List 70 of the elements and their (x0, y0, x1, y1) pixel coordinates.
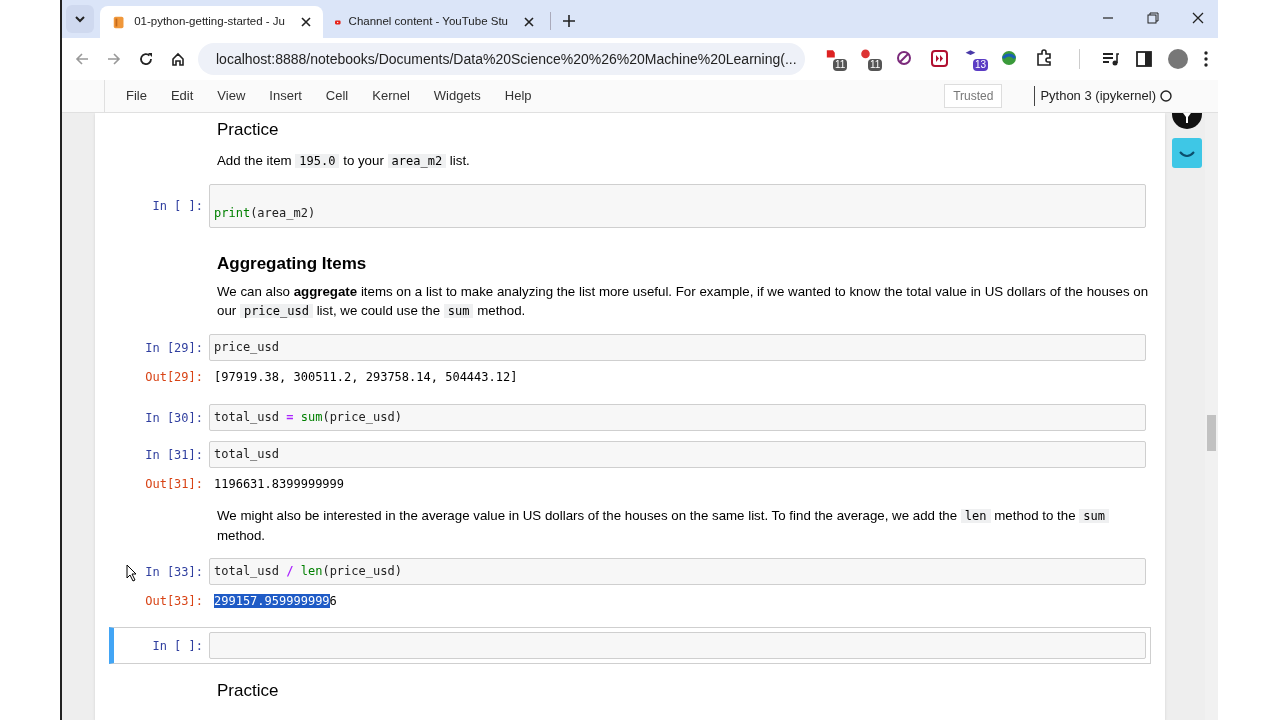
count-badge: 11 (868, 59, 883, 71)
count-badge: 11 (833, 59, 848, 71)
input-prompt: In [ ]: (151, 197, 204, 215)
chevron-down-icon (74, 15, 86, 23)
menu-item[interactable]: Edit (160, 82, 204, 110)
block-icon[interactable] (895, 49, 913, 67)
output-text: 299157.9599999996 (213, 593, 338, 610)
close-icon[interactable] (1192, 12, 1204, 24)
code-input[interactable]: total_usd = sum(price_usd) (209, 404, 1146, 431)
output-prompt: Out[33]: (144, 593, 204, 610)
playlist-icon[interactable] (1102, 51, 1120, 67)
fast-forward-icon[interactable] (930, 49, 948, 67)
scrollbar-thumb[interactable] (1207, 415, 1216, 451)
home-icon[interactable] (171, 52, 185, 66)
code-cell[interactable]: In [30]: total_usd = sum(price_usd) (109, 403, 1151, 432)
forward-icon[interactable] (107, 52, 121, 66)
code-input[interactable] (209, 632, 1146, 659)
menu-item[interactable]: Help (494, 82, 542, 110)
new-tab-icon[interactable] (563, 15, 575, 27)
input-prompt: In [33]: (114, 562, 209, 581)
code-input[interactable]: price_usd (209, 334, 1146, 361)
menu-item[interactable]: Widgets (423, 82, 491, 110)
address-bar[interactable]: localhost:8888/notebooks/Documents/Data%20Science%20%26%20Machine%20Learning(... (198, 43, 805, 75)
globe-icon[interactable] (1000, 49, 1018, 67)
code-input[interactable]: total_usd / len(price_usd) (209, 558, 1146, 585)
count-badge: 13 (973, 59, 989, 71)
restore-icon[interactable] (1147, 12, 1159, 24)
avatar-icon[interactable] (1168, 49, 1188, 69)
back-icon[interactable] (75, 52, 89, 66)
paragraph: We can also aggregate items on a list to make analyzing the list more useful. For example, if we wanted to know the total value in US dollars of the houses on our price_usd list, we could use the sum method. (217, 283, 1150, 320)
more-icon[interactable] (1204, 51, 1208, 67)
kernel-name: Python 3 (ipykernel) (1040, 87, 1156, 106)
section-heading: Practice (217, 119, 279, 141)
tab-title: Channel content - YouTube Stu (348, 14, 508, 30)
smile-icon[interactable] (1172, 138, 1202, 168)
output-text: [97919.38, 300511.2, 293758.14, 504443.12] (213, 369, 519, 386)
puzzle-icon[interactable] (1035, 49, 1053, 67)
browser-tab[interactable]: Channel content - YouTube Stu (323, 6, 546, 38)
section-heading: Aggregating Items (217, 252, 367, 275)
side-panel-icon[interactable] (1136, 51, 1152, 67)
trusted-indicator[interactable]: Trusted (944, 84, 1003, 108)
input-prompt: In [31]: (144, 446, 204, 464)
section-heading: Practice (217, 680, 279, 702)
output-prompt: Out[29]: (144, 369, 204, 386)
paragraph: We might also be interested in the average value in US dollars of the houses on the same list. To find the average, we add the len method to the sum method. (217, 506, 1153, 545)
menu-item[interactable]: Cell (315, 82, 359, 110)
tab-title: 01-python-getting-started - Ju (134, 14, 285, 30)
kernel-idle-icon (1160, 90, 1172, 102)
code-input[interactable]: total_usd (209, 441, 1146, 468)
input-prompt: In [ ]: (151, 637, 204, 655)
close-icon[interactable] (301, 17, 311, 27)
input-prompt: In [29]: (144, 339, 204, 357)
code-cell[interactable]: In [ ]: print(area_m2) (109, 182, 1151, 229)
code-cell[interactable]: In [29]: price_usd Out[29]: [97919.38, 300511.2, 293758.14, 504443.12] (109, 333, 1151, 387)
browser-tab[interactable]: 01-python-getting-started - Ju (100, 6, 323, 38)
output-prompt: Out[31]: (144, 476, 204, 493)
close-icon[interactable] (524, 17, 534, 27)
menu-item[interactable]: Kernel (362, 82, 420, 110)
paragraph: Add the item 195.0 to your area_m2 list. (217, 151, 471, 170)
url-text: localhost:8888/notebooks/Documents/Data%20Science%20%26%20Machine%20Learning(... (216, 49, 797, 69)
input-prompt: In [30]: (144, 409, 204, 427)
code-cell[interactable]: In [33]: total_usd / len(price_usd) Out[33]: 299157.9599999996 (109, 557, 1151, 611)
menu-item[interactable]: File (116, 82, 157, 110)
menu-item[interactable]: Insert (259, 82, 312, 110)
tab-list-button[interactable] (66, 5, 94, 33)
code-cell[interactable]: In [ ]: (109, 627, 1151, 664)
reload-icon[interactable] (139, 52, 153, 66)
menu-item[interactable]: View (207, 82, 256, 110)
code-input[interactable]: print(area_m2) (209, 183, 1146, 228)
output-text: 1196631.8399999999 (213, 476, 346, 493)
